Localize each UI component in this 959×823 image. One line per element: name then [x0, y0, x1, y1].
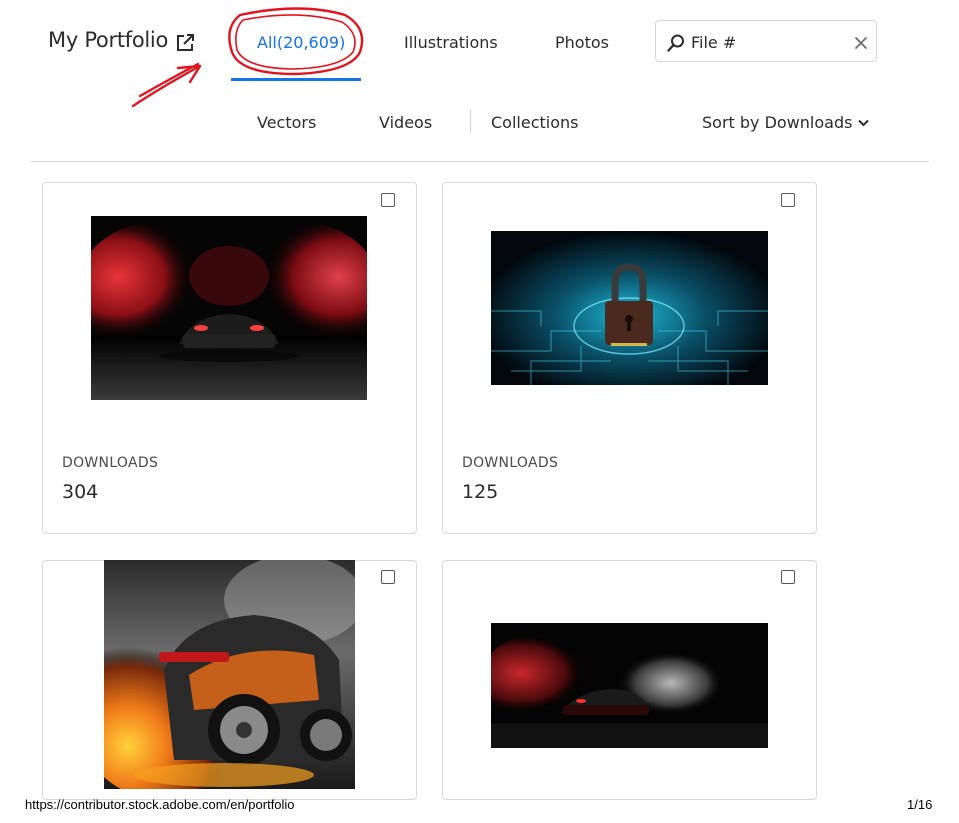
- tab-videos[interactable]: Videos: [379, 113, 432, 132]
- downloads-count: 304: [62, 481, 99, 503]
- chevron-down-icon: [858, 119, 870, 126]
- tab-separator: [470, 110, 471, 133]
- tab-collections[interactable]: Collections: [491, 113, 578, 132]
- footer-page-number: 1/16: [907, 797, 933, 812]
- search-input[interactable]: [691, 30, 841, 54]
- tab-vectors[interactable]: Vectors: [257, 113, 316, 132]
- sort-label: Sort by Downloads: [702, 113, 853, 132]
- asset-select-checkbox[interactable]: [381, 193, 395, 207]
- tab-photos[interactable]: Photos: [555, 33, 609, 52]
- downloads-count: 125: [462, 481, 499, 503]
- asset-select-checkbox[interactable]: [781, 570, 795, 584]
- search-icon: [667, 34, 684, 52]
- asset-thumbnail-red-smoke-car[interactable]: [91, 216, 367, 400]
- close-icon[interactable]: [853, 35, 869, 51]
- tab-active-underline: [231, 78, 361, 81]
- asset-thumbnail-fire-rally-car[interactable]: [104, 560, 355, 789]
- page-title: My Portfolio: [48, 28, 169, 52]
- asset-select-checkbox[interactable]: [381, 570, 395, 584]
- external-link-icon[interactable]: [175, 33, 195, 53]
- footer-url: https://contributor.stock.adobe.com/en/p…: [25, 797, 295, 812]
- tab-all[interactable]: All(20,609): [257, 33, 345, 52]
- annotation-arrow: [131, 62, 202, 108]
- tab-illustrations[interactable]: Illustrations: [404, 33, 498, 52]
- asset-thumbnail-circuit-padlock[interactable]: [491, 231, 768, 385]
- header-divider: [30, 161, 929, 162]
- sort-dropdown[interactable]: Sort by Downloads: [702, 113, 870, 132]
- asset-select-checkbox[interactable]: [781, 193, 795, 207]
- asset-thumbnail-drifting-car[interactable]: [491, 623, 768, 748]
- downloads-label: DOWNLOADS: [462, 455, 559, 471]
- downloads-label: DOWNLOADS: [62, 455, 159, 471]
